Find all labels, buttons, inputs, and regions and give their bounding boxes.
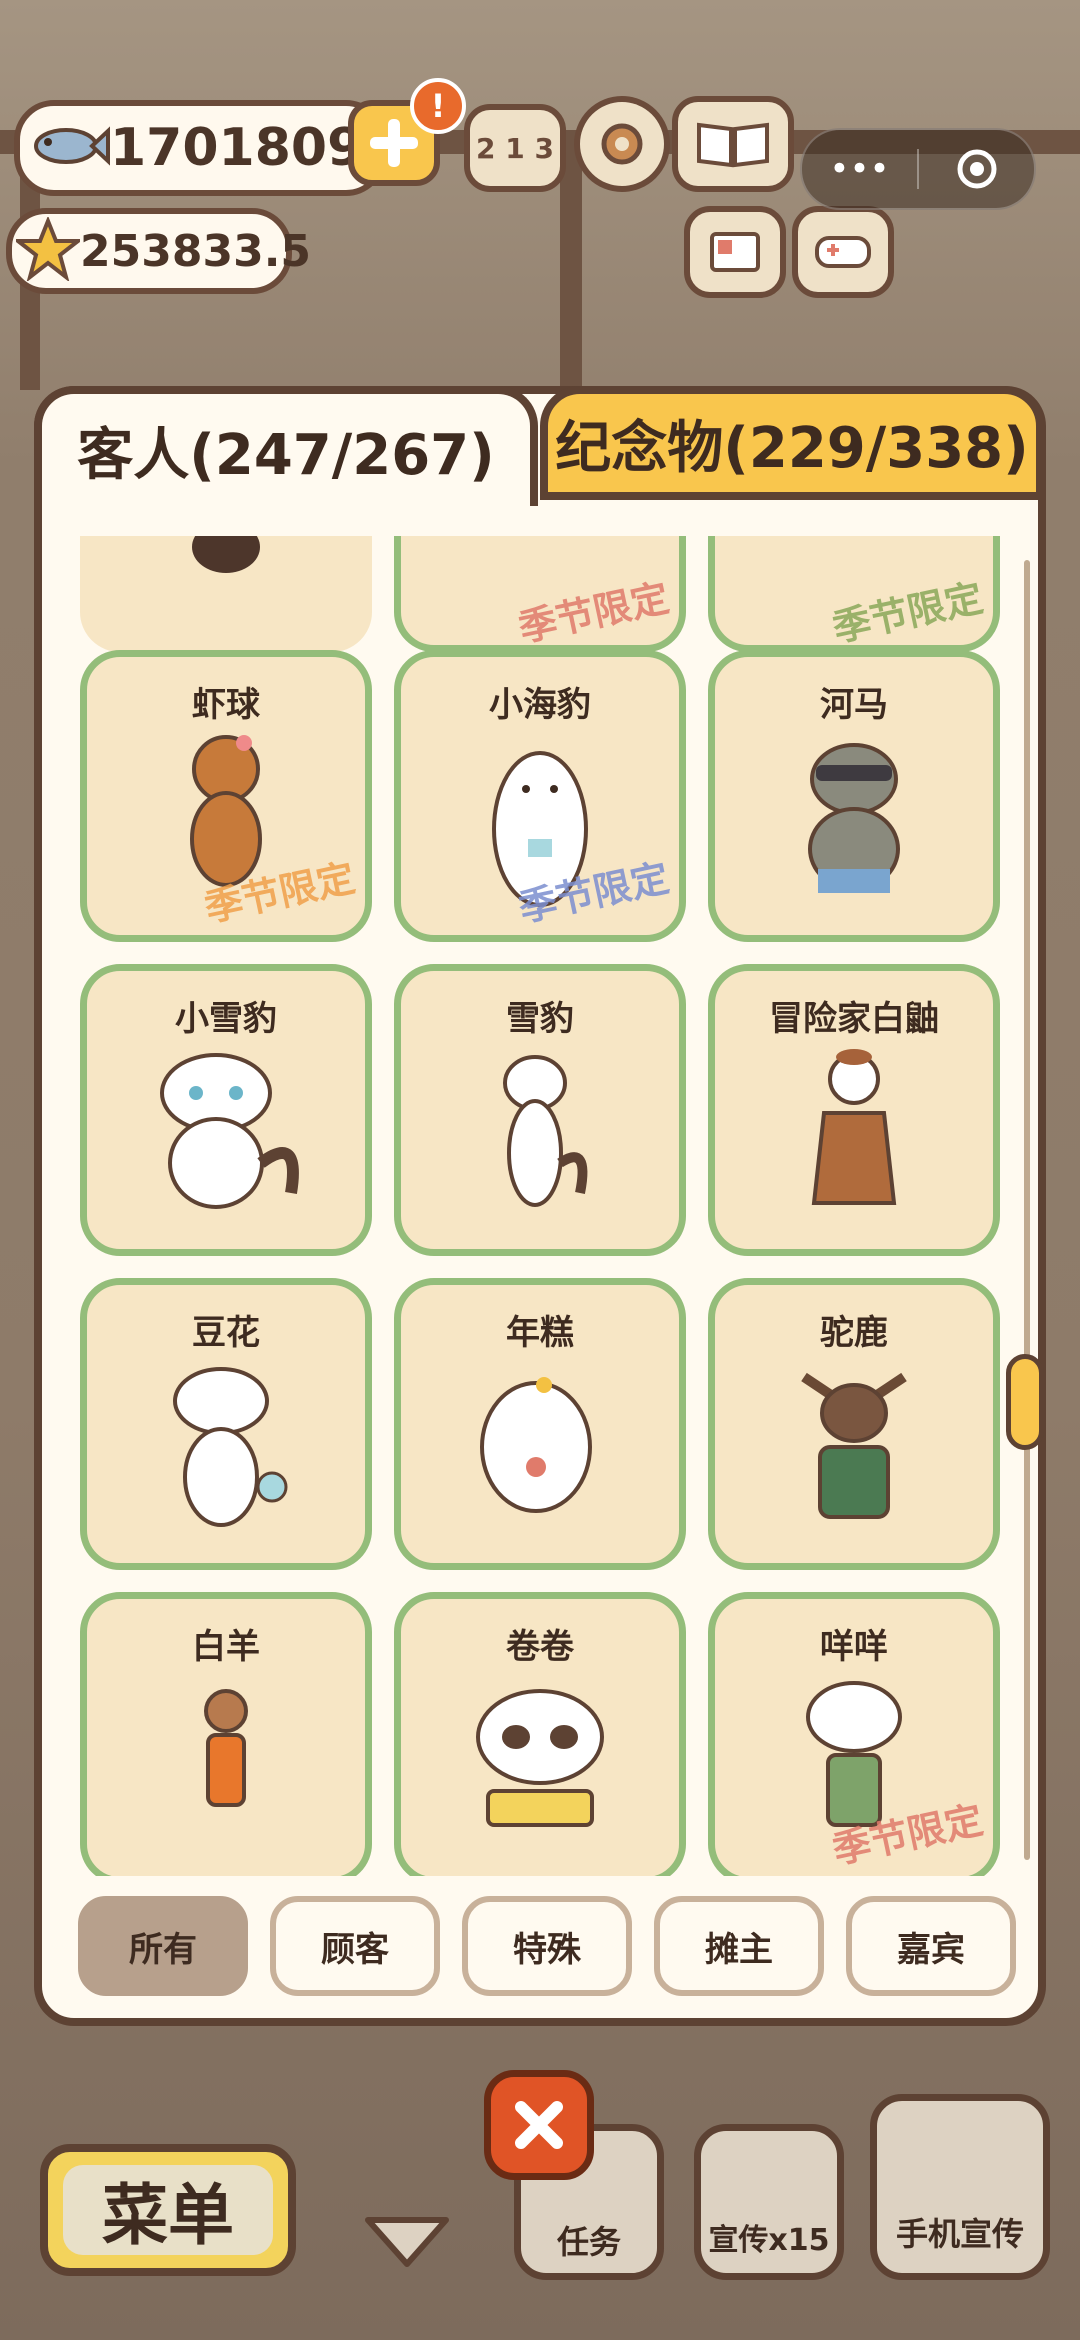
guest-card[interactable]: 卷卷 [394, 1592, 686, 1876]
dog-art [156, 1357, 296, 1541]
guest-card-partial[interactable]: 季节限定 [708, 536, 1000, 652]
guest-name: 白羊 [192, 1627, 260, 1667]
guest-card[interactable]: 豆花 [80, 1278, 372, 1570]
menu-label: 菜单 [63, 2165, 273, 2255]
hippo-art [794, 729, 914, 913]
gamepad-icon[interactable] [792, 206, 894, 298]
tab-souvenirs[interactable]: 纪念物(229/338) [540, 386, 1044, 500]
guest-card[interactable]: 驼鹿 [708, 1278, 1000, 1570]
guest-name: 虾球 [192, 685, 260, 725]
phone-promo-button[interactable]: 手机宣传 [870, 2094, 1050, 2280]
guest-card[interactable]: 虾球 季节限定 [80, 650, 372, 942]
filter-label: 嘉宾 [897, 1929, 965, 1970]
ermine-art [794, 1043, 914, 1227]
tab-guests[interactable]: 客人(247/267) [34, 386, 538, 506]
filter-label: 所有 [129, 1929, 197, 1970]
guest-name: 年糕 [506, 1313, 574, 1353]
guest-card-partial[interactable]: 季节限定 [394, 536, 686, 652]
fish-currency: 1701809 [14, 100, 386, 196]
guest-card[interactable]: 小海豹 季节限定 [394, 650, 686, 942]
more-dots-icon[interactable]: ••• [802, 149, 917, 189]
panda-art [460, 1671, 620, 1855]
settings-gear-icon[interactable] [574, 96, 670, 192]
scrollbar-thumb[interactable] [1006, 1354, 1044, 1450]
close-button[interactable] [484, 2070, 594, 2180]
close-target-icon[interactable] [919, 147, 1034, 191]
bear-art [181, 536, 271, 581]
guest-name: 河马 [820, 685, 888, 725]
scrollbar-track[interactable] [1024, 560, 1030, 1860]
guest-name: 豆花 [192, 1313, 260, 1353]
filter-vendors[interactable]: 摊主 [654, 1896, 824, 1996]
pomeranian-art [470, 1357, 610, 1541]
season-limited-tag: 季节限定 [514, 575, 673, 651]
guest-name: 冒险家白鼬 [769, 999, 939, 1039]
phone-promo-label: 手机宣传 [895, 2215, 1024, 2253]
filter-label: 顾客 [321, 1929, 389, 1970]
star-count: 253833.5 [80, 225, 312, 277]
newspaper-icon[interactable] [684, 206, 786, 298]
task-label: 任务 [556, 2223, 621, 2261]
snowleopard-cub-art [141, 1043, 311, 1227]
snowleopard-art [480, 1043, 600, 1227]
guest-card[interactable]: 小雪豹 [80, 964, 372, 1256]
plus-icon [370, 119, 418, 167]
guest-card[interactable]: 咩咩 季节限定 [708, 1592, 1000, 1876]
filter-label: 摊主 [705, 1929, 773, 1970]
guest-grid[interactable]: 季节限定 季节限定 虾球 季节限定 小海豹 季节限定 河马 小雪豹 雪豹 冒险家… [76, 536, 1004, 1876]
star-currency: 253833.5 [6, 208, 311, 294]
moose-art [784, 1357, 924, 1541]
tab-guests-label: 客人(247/267) [77, 422, 495, 488]
alert-badge-icon: ! [410, 78, 466, 134]
fish-count: 1701809 [110, 118, 364, 178]
guest-card[interactable]: 年糕 [394, 1278, 686, 1570]
book-icon[interactable] [672, 96, 794, 192]
guest-name: 驼鹿 [820, 1313, 888, 1353]
guest-card-partial[interactable] [80, 536, 372, 652]
guest-name: 小雪豹 [175, 999, 277, 1039]
filter-customers[interactable]: 顾客 [270, 1896, 440, 1996]
guest-name: 雪豹 [506, 999, 574, 1039]
filter-all[interactable]: 所有 [78, 1896, 248, 1996]
season-limited-tag: 季节限定 [828, 575, 987, 651]
boy-art [186, 1671, 266, 1855]
promo-button[interactable]: 宣传x15 [694, 2124, 844, 2280]
menu-button[interactable]: 菜单 [40, 2144, 296, 2276]
tab-souvenirs-label: 纪念物(229/338) [555, 415, 1029, 481]
filter-guests[interactable]: 嘉宾 [846, 1896, 1016, 1996]
chevron-down-icon[interactable] [362, 2212, 452, 2276]
fish-icon [30, 121, 110, 175]
guest-name: 咩咩 [820, 1627, 888, 1667]
leaderboard-icon[interactable]: 2 1 3 [464, 104, 566, 192]
guest-name: 小海豹 [489, 685, 591, 725]
filter-special[interactable]: 特殊 [462, 1896, 632, 1996]
star-icon [12, 215, 84, 285]
close-icon [515, 2101, 563, 2149]
guest-card[interactable]: 白羊 [80, 1592, 372, 1876]
guest-card[interactable]: 雪豹 [394, 964, 686, 1256]
guest-card[interactable]: 冒险家白鼬 [708, 964, 1000, 1256]
guest-name: 卷卷 [506, 1627, 574, 1667]
guest-card[interactable]: 河马 [708, 650, 1000, 942]
miniprogram-capsule[interactable]: ••• [800, 128, 1036, 210]
promo-label: 宣传x15 [708, 2223, 830, 2258]
filter-label: 特殊 [513, 1929, 581, 1970]
